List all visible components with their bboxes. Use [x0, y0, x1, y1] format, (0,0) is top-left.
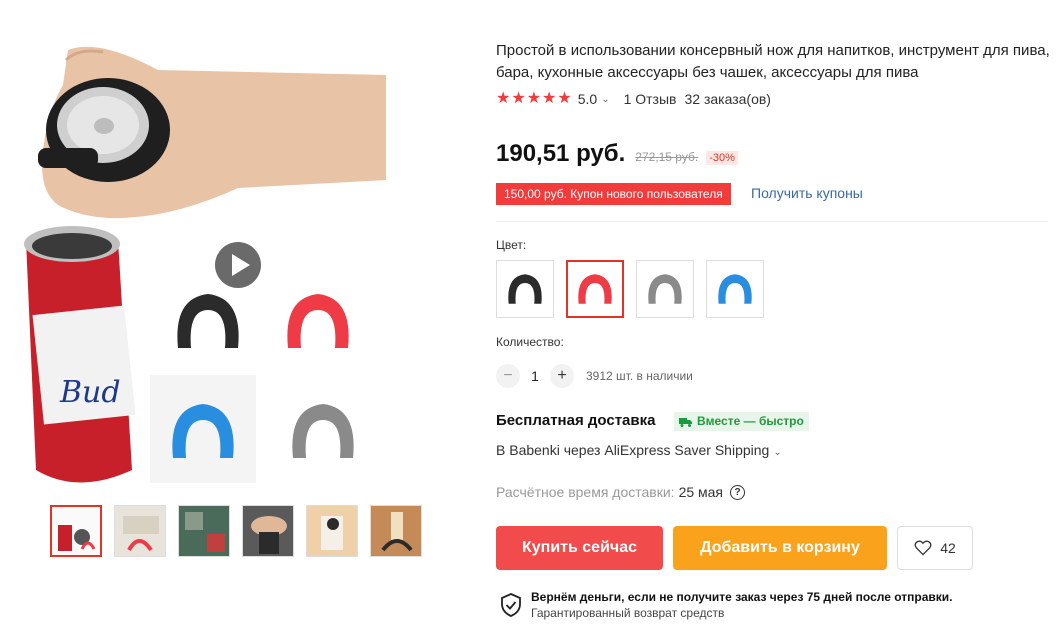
add-to-cart-button[interactable]: Добавить в корзину: [673, 526, 887, 570]
product-title: Простой в использовании консервный нож д…: [496, 42, 1050, 81]
quantity-stepper: − 1 + 3912 шт. в наличии: [496, 364, 693, 388]
truck-icon: [679, 417, 692, 427]
quantity-input[interactable]: 1: [520, 368, 550, 384]
guarantee-subtitle: Гарантированный возврат средств: [531, 606, 725, 620]
chevron-down-icon[interactable]: ⌄: [601, 94, 609, 105]
color-option-red[interactable]: [566, 260, 624, 318]
rating-value[interactable]: 5.0: [578, 91, 597, 107]
color-label: Цвет:: [496, 238, 527, 252]
help-icon[interactable]: ?: [730, 484, 746, 500]
guarantee-title: Вернём деньги, если не получите заказ че…: [531, 590, 953, 604]
estimate-label: Расчётное время доставки:: [496, 484, 675, 500]
price-row: 190,51 руб. 272,15 руб. -30%: [496, 140, 738, 168]
thumbnail-4[interactable]: [242, 505, 294, 557]
new-user-coupon: 150,00 руб. Купон нового пользователя: [496, 183, 731, 205]
shipping-method-label: В Babenki через AliExpress Saver Shippin…: [496, 442, 770, 458]
thumbnail-6[interactable]: [370, 505, 422, 557]
stock-count: 3912 шт. в наличии: [586, 369, 693, 383]
reviews-link[interactable]: 1 Отзыв: [624, 91, 677, 107]
star-icon: ★: [557, 90, 572, 107]
heart-icon: [914, 540, 932, 556]
color-option-black[interactable]: [496, 260, 554, 318]
thumbnail-5[interactable]: [306, 505, 358, 557]
shipping-badge-label: Вместе — быстро: [697, 414, 804, 428]
chevron-down-icon: ⌄: [773, 447, 782, 458]
star-icon: ★: [496, 90, 511, 107]
thumbnail-strip: [50, 505, 422, 557]
main-product-image[interactable]: Bud: [8, 30, 448, 492]
svg-text:Bud: Bud: [59, 375, 121, 410]
wishlist-button[interactable]: 42: [897, 526, 973, 570]
star-icon: ★: [542, 90, 557, 107]
get-coupons-link[interactable]: Получить купоны: [751, 185, 863, 201]
divider: [496, 221, 1048, 222]
wishlist-count: 42: [940, 540, 956, 556]
thumbnail-3[interactable]: [178, 505, 230, 557]
rating-row: ★ ★ ★ ★ ★ 5.0 ⌄ 1 Отзыв 32 заказа(ов): [496, 89, 771, 109]
shipping-title: Бесплатная доставка: [496, 412, 656, 429]
buy-now-button[interactable]: Купить сейчас: [496, 526, 663, 570]
shipping-method[interactable]: В Babenki через AliExpress Saver Shippin…: [496, 442, 782, 458]
quantity-label: Количество:: [496, 335, 564, 349]
estimate-date: 25 мая: [678, 484, 724, 500]
star-icon: ★: [511, 90, 526, 107]
old-price: 272,15 руб.: [635, 150, 699, 164]
buyer-guarantee: Вернём деньги, если не получите заказ че…: [500, 590, 953, 620]
star-icon: ★: [526, 90, 542, 107]
current-price: 190,51 руб.: [496, 140, 626, 167]
quantity-plus-button[interactable]: +: [550, 364, 574, 388]
thumbnail-1[interactable]: [50, 505, 102, 557]
color-option-blue[interactable]: [706, 260, 764, 318]
delivery-estimate: Расчётное время доставки: 25 мая ?: [496, 484, 746, 500]
quantity-minus-button[interactable]: −: [496, 364, 520, 388]
discount-badge: -30%: [706, 151, 738, 165]
color-options: [496, 260, 764, 318]
color-option-gray[interactable]: [636, 260, 694, 318]
orders-count: 32 заказа(ов): [684, 91, 771, 107]
rating-stars: ★ ★ ★ ★ ★: [496, 91, 572, 107]
shield-check-icon: [501, 593, 521, 617]
thumbnail-2[interactable]: [114, 505, 166, 557]
shipping-badge: Вместе — быстро: [674, 412, 809, 431]
